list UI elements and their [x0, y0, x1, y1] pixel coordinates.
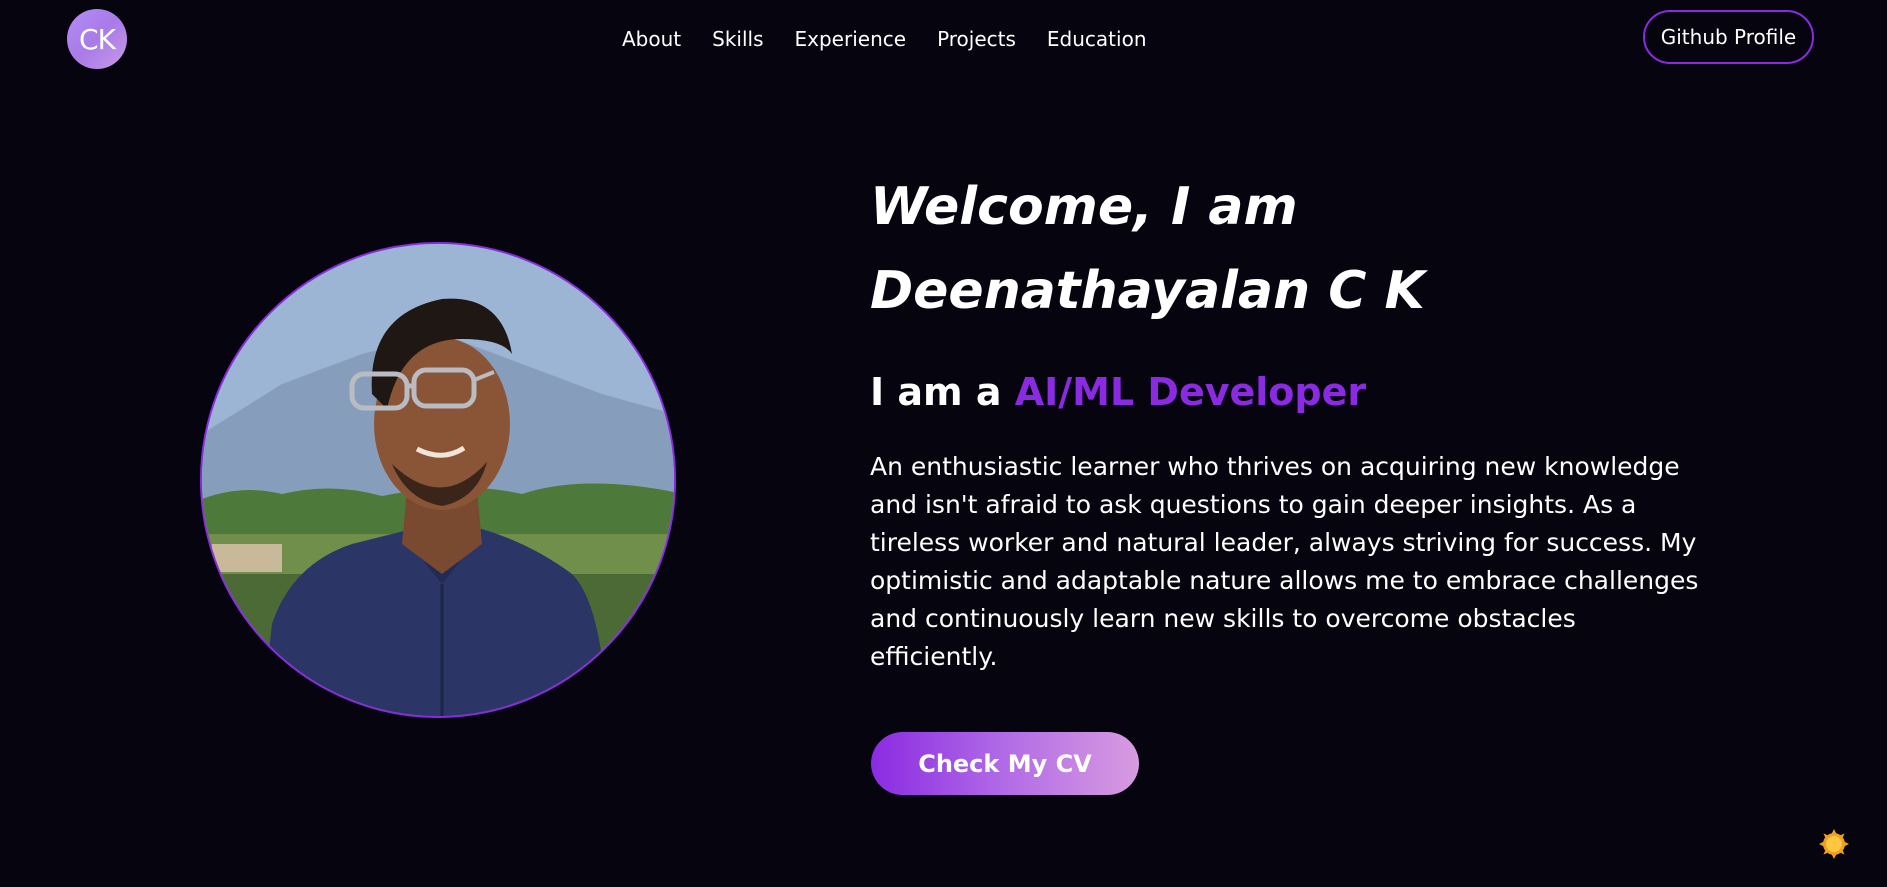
logo-text: CK	[79, 22, 116, 56]
role-prefix: I am a	[870, 370, 1002, 414]
bio-paragraph: An enthusiastic learner who thrives on a…	[870, 452, 1699, 671]
nav-link-experience[interactable]: Experience	[795, 24, 907, 54]
headline-line-1: Welcome, I am	[870, 177, 1298, 237]
logo[interactable]: CK	[67, 9, 127, 69]
nav-link-education[interactable]: Education	[1047, 24, 1147, 54]
check-cv-label: Check My CV	[918, 749, 1092, 778]
nav-link-projects[interactable]: Projects	[937, 24, 1016, 54]
nav-link-about[interactable]: About	[622, 24, 681, 54]
portfolio-page: CK About Skills Experience Projects Educ…	[0, 0, 1887, 887]
sun-icon-graphic	[1819, 829, 1849, 859]
hero-headline: Welcome, I am Deenathayalan C K	[870, 165, 1570, 333]
profile-photo-illustration	[202, 244, 674, 716]
nav-links: About Skills Experience Projects Educati…	[622, 24, 1178, 54]
role-accent: AI/ML Developer	[1014, 370, 1367, 414]
check-cv-button[interactable]: Check My CV	[871, 732, 1139, 795]
profile-photo	[200, 242, 676, 718]
nav-link-skills[interactable]: Skills	[712, 24, 763, 54]
github-profile-label: Github Profile	[1660, 25, 1797, 49]
sun-icon[interactable]	[1818, 828, 1850, 860]
role-heading: I am a AI/ML Developer	[870, 364, 1366, 420]
github-profile-button[interactable]: Github Profile	[1643, 10, 1814, 64]
headline-line-2: Deenathayalan C K	[870, 261, 1425, 321]
